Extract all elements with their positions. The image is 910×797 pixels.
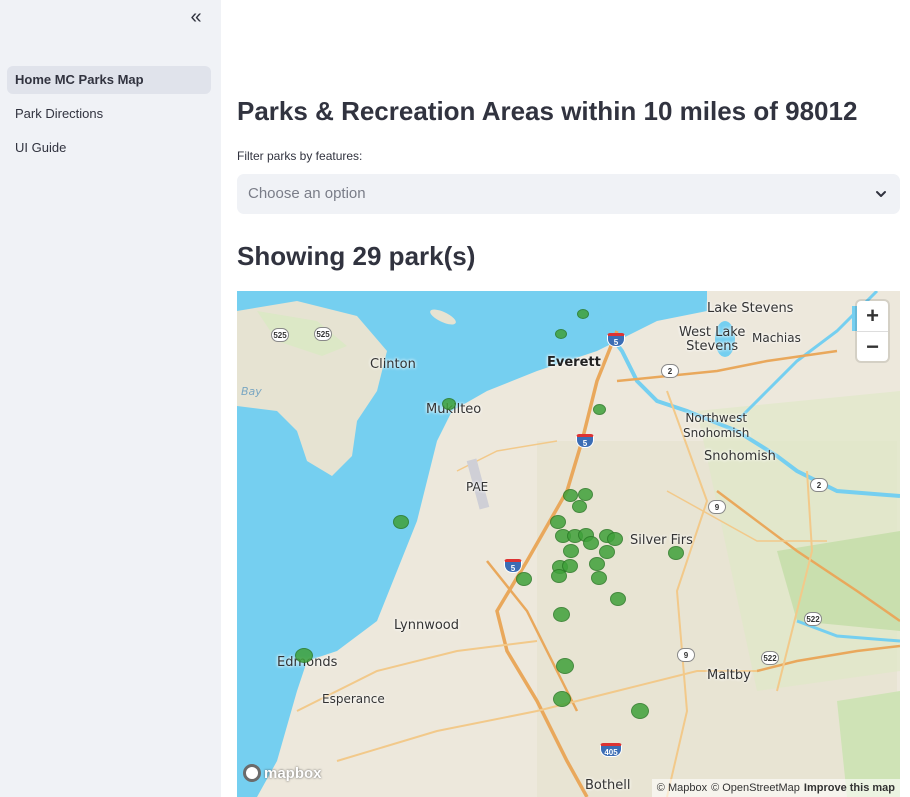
park-marker[interactable] xyxy=(550,515,566,529)
select-placeholder: Choose an option xyxy=(248,185,366,202)
map-label-west-lake-stevens: West Lake Stevens xyxy=(679,325,746,354)
park-marker[interactable] xyxy=(583,536,599,550)
highway-2-shield: 2 xyxy=(661,364,679,378)
chevron-down-icon xyxy=(876,191,886,197)
park-marker[interactable] xyxy=(589,557,605,571)
map-label-pae: PAE xyxy=(466,480,489,494)
park-marker[interactable] xyxy=(610,592,626,606)
map-label-maltby: Maltby xyxy=(707,668,751,683)
park-marker[interactable] xyxy=(516,572,532,586)
interstate-405-shield: 405 xyxy=(600,743,622,757)
sidebar-nav: Home MC Parks Map Park Directions UI Gui… xyxy=(7,66,211,168)
highway-2-shield: 2 xyxy=(810,478,828,492)
map-label-esperance: Esperance xyxy=(322,692,385,706)
park-marker[interactable] xyxy=(551,569,567,583)
highway-9-shield: 9 xyxy=(677,648,695,662)
interstate-5-shield: 5 xyxy=(504,559,522,573)
sidebar-item-ui-guide[interactable]: UI Guide xyxy=(7,134,211,162)
map-attribution: © Mapbox © OpenStreetMap Improve this ma… xyxy=(651,779,900,797)
map-label-snohomish: Snohomish xyxy=(704,449,776,464)
map-label-bothell: Bothell xyxy=(585,778,631,793)
mapbox-logo[interactable]: mapbox xyxy=(243,762,322,784)
zoom-out-button[interactable]: − xyxy=(857,331,888,361)
feature-filter-select[interactable]: Choose an option xyxy=(237,174,900,214)
park-marker[interactable] xyxy=(442,398,456,410)
park-marker[interactable] xyxy=(393,515,409,529)
park-marker[interactable] xyxy=(607,532,623,546)
interstate-5-shield: 5 xyxy=(607,333,625,347)
highway-522-shield: 522 xyxy=(804,612,822,626)
interstate-5-shield: 5 xyxy=(576,434,594,448)
sidebar-item-park-directions[interactable]: Park Directions xyxy=(7,100,211,128)
map-label-lynnwood: Lynnwood xyxy=(394,618,460,633)
park-marker[interactable] xyxy=(599,545,615,559)
filter-label: Filter parks by features: xyxy=(237,149,363,163)
park-marker[interactable] xyxy=(295,648,313,663)
park-marker[interactable] xyxy=(591,571,607,585)
park-marker[interactable] xyxy=(563,544,579,558)
page-title: Parks & Recreation Areas within 10 miles… xyxy=(237,96,858,126)
mapbox-attribution-link[interactable]: © Mapbox xyxy=(657,782,707,794)
highway-522-shield: 522 xyxy=(761,651,779,665)
collapse-sidebar-icon[interactable]: « xyxy=(186,7,206,28)
main-content: Parks & Recreation Areas within 10 miles… xyxy=(237,0,900,797)
park-marker[interactable] xyxy=(631,703,649,719)
park-marker[interactable] xyxy=(593,404,606,415)
map-label-everett: Everett xyxy=(547,355,601,370)
park-marker[interactable] xyxy=(668,546,684,560)
highway-525-shield: 525 xyxy=(271,328,289,342)
park-marker[interactable] xyxy=(553,607,570,622)
map-label-bay: Bay xyxy=(241,385,262,398)
map-label-machias: Machias xyxy=(752,331,801,345)
highway-525-shield: 525 xyxy=(314,327,332,341)
mapbox-logo-text: mapbox xyxy=(264,764,322,782)
map-label-lake-stevens: Lake Stevens xyxy=(707,301,794,316)
park-marker[interactable] xyxy=(556,658,574,674)
park-count-title: Showing 29 park(s) xyxy=(237,241,476,271)
map-label-clinton: Clinton xyxy=(370,357,416,372)
park-marker[interactable] xyxy=(555,329,567,339)
sidebar-item-home-mc-parks-map[interactable]: Home MC Parks Map xyxy=(7,66,211,94)
park-map[interactable]: Lake Stevens West Lake Stevens Machias C… xyxy=(237,291,900,797)
park-marker[interactable] xyxy=(553,691,571,707)
highway-9-shield: 9 xyxy=(708,500,726,514)
park-marker[interactable] xyxy=(572,500,587,513)
osm-attribution-link[interactable]: © OpenStreetMap xyxy=(711,782,800,794)
zoom-controls: + − xyxy=(857,301,888,361)
map-label-northwest-snohomish: Northwest Snohomish xyxy=(683,411,750,440)
map-label-silver-firs: Silver Firs xyxy=(630,533,693,548)
zoom-in-button[interactable]: + xyxy=(857,301,888,331)
improve-map-link[interactable]: Improve this map xyxy=(804,782,895,794)
park-marker[interactable] xyxy=(577,309,589,319)
mapbox-logo-icon xyxy=(243,764,261,782)
sidebar: « Home MC Parks Map Park Directions UI G… xyxy=(0,0,221,797)
